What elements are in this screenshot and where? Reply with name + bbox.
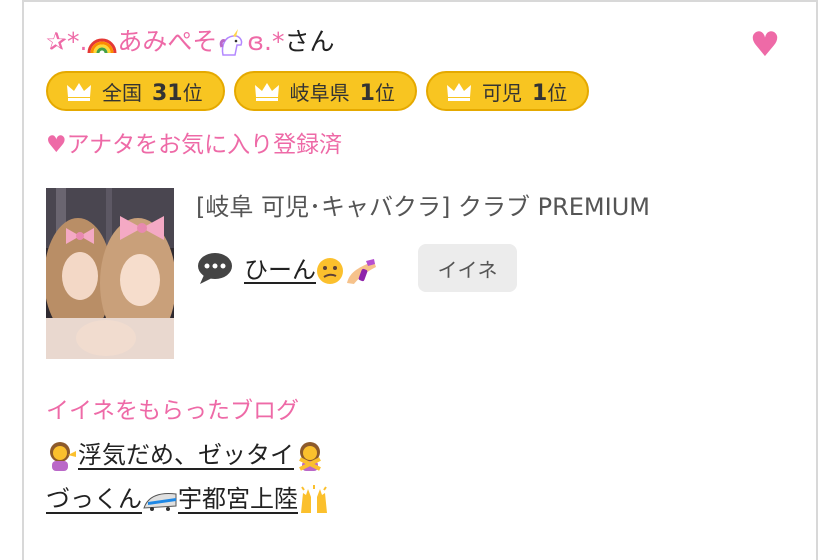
iine-button[interactable]: イイネ xyxy=(418,244,517,292)
rainbow-icon xyxy=(87,38,117,54)
confused-face-icon xyxy=(317,258,343,284)
rank-area: 全国 xyxy=(102,80,142,105)
rank-unit: 位 xyxy=(547,80,568,105)
rank-badge-city[interactable]: 可児 1位 xyxy=(425,71,590,111)
crown-icon xyxy=(446,83,471,101)
user-name[interactable]: ✰*. あみぺそ ɞ.*さん xyxy=(46,25,335,59)
woman-tipping-hand-icon xyxy=(50,442,76,471)
rank-unit: 位 xyxy=(182,80,203,105)
name-main: あみぺそ xyxy=(117,27,218,56)
unicorn-icon xyxy=(220,29,243,56)
honorific: さん xyxy=(284,27,335,56)
rank-badge-national[interactable]: 全国 31位 xyxy=(46,71,225,111)
rank-number: 31 xyxy=(152,80,183,106)
crown-icon xyxy=(254,83,279,101)
blog-post-title-suffix: 宇都宮上陸 xyxy=(178,485,298,513)
rank-number: 1 xyxy=(531,80,548,106)
rank-area: 岐阜県 xyxy=(289,80,350,105)
bullet-train-icon xyxy=(143,493,177,511)
rank-badge-prefecture[interactable]: 岐阜県 1位 xyxy=(233,71,417,111)
blog-post-link[interactable]: 浮気だめ、ゼッタイ xyxy=(46,438,326,472)
favorite-status: ♥アナタをお気に入り登録済 xyxy=(46,132,343,158)
rank-area: 可児 xyxy=(481,80,522,105)
rank-number: 1 xyxy=(359,80,375,106)
shop-info[interactable]: [岐阜 可児･キャバクラ] クラブ PREMIUM xyxy=(196,190,650,224)
blog-post-link[interactable]: づっくん 宇都宮上陸 xyxy=(46,482,330,516)
speech-bubble-icon xyxy=(198,252,232,284)
name-prefix: ✰*. xyxy=(46,27,88,56)
comment-link[interactable]: ひーん xyxy=(244,250,378,285)
liked-blogs-heading: イイネをもらったブログ xyxy=(46,398,299,424)
crown-icon xyxy=(67,83,91,101)
comment-row: ひーん xyxy=(196,250,378,285)
profile-photo[interactable] xyxy=(46,188,174,359)
favorite-heart-icon[interactable]: ♥ xyxy=(748,28,782,62)
blog-post-title: 浮気だめ、ゼッタイ xyxy=(78,441,294,469)
blog-post-title-prefix: づっくん xyxy=(46,485,142,513)
raising-hands-icon xyxy=(301,485,327,513)
comment-text: ひーん xyxy=(244,256,316,284)
rank-unit: 位 xyxy=(374,80,395,105)
woman-gesturing-no-icon xyxy=(299,442,321,471)
nail-polish-icon xyxy=(347,259,376,284)
ranking-badges: 全国 31位 岐阜県 1位 可児 1位 xyxy=(46,71,590,111)
name-suffix: ɞ.* xyxy=(247,27,285,56)
